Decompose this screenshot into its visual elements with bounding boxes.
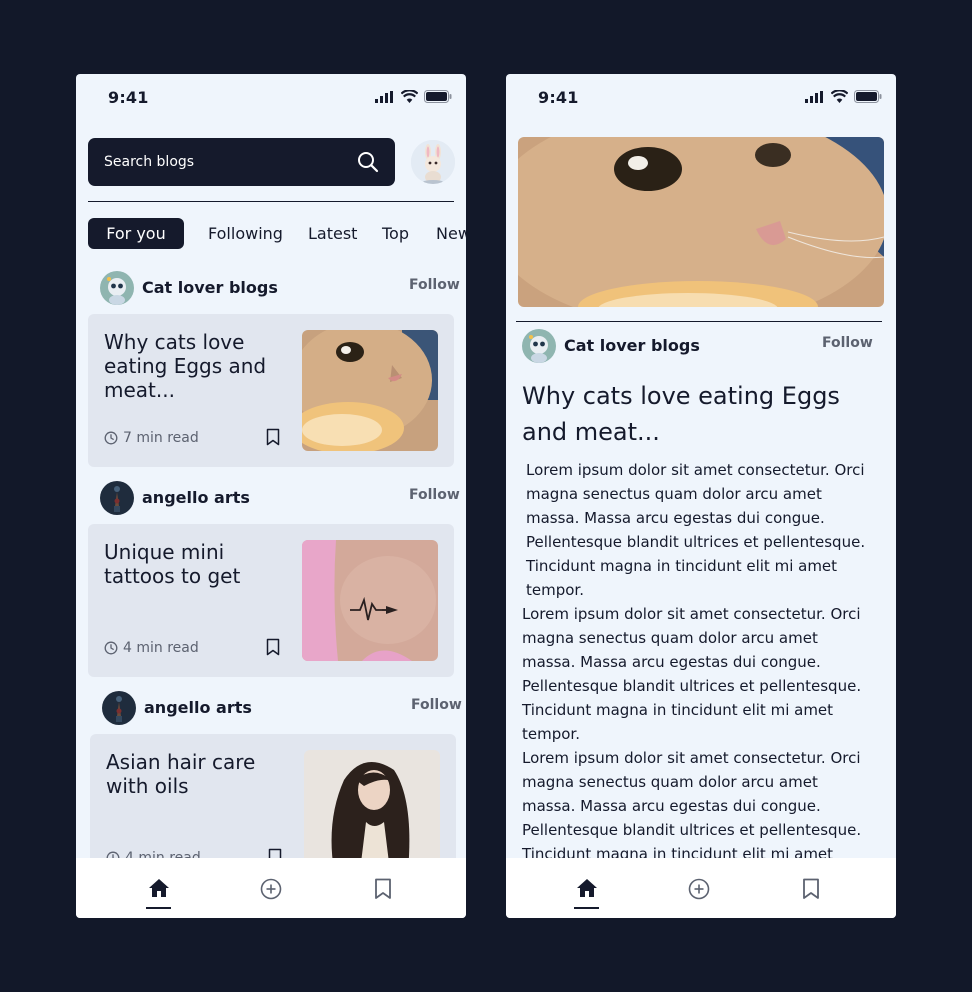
status-bar: 9:41 bbox=[76, 74, 466, 122]
author-name: Cat lover blogs bbox=[564, 336, 700, 355]
read-time: 4 min read bbox=[123, 640, 199, 656]
author-name: Cat lover blogs bbox=[142, 278, 278, 297]
article-paragraph: Lorem ipsum dolor sit amet consectetur. … bbox=[526, 461, 866, 599]
profile-avatar[interactable] bbox=[411, 140, 455, 184]
follow-button[interactable]: Follow bbox=[409, 487, 460, 503]
author-name: angello arts bbox=[142, 488, 250, 507]
tab-top[interactable]: Top bbox=[382, 218, 409, 249]
cat-image-icon bbox=[518, 137, 884, 307]
bunny-avatar-icon bbox=[411, 140, 455, 184]
follow-button[interactable]: Follow bbox=[411, 697, 462, 713]
status-bar: 9:41 bbox=[506, 74, 896, 122]
post-card[interactable]: Why cats love eating Eggs and meat... 7 … bbox=[88, 314, 454, 467]
tab-new[interactable]: New bbox=[436, 218, 466, 249]
alien-avatar-icon bbox=[522, 329, 556, 363]
post-thumbnail bbox=[302, 540, 438, 661]
wifi-icon bbox=[401, 90, 418, 103]
article-hero-image bbox=[518, 137, 884, 307]
search-input[interactable] bbox=[88, 138, 338, 186]
article-title: Why cats love eating Eggs and meat... bbox=[522, 382, 840, 446]
bookmark-icon[interactable] bbox=[802, 878, 820, 900]
battery-icon bbox=[424, 90, 452, 103]
read-time: 7 min read bbox=[123, 430, 199, 446]
bookmark-icon[interactable] bbox=[266, 638, 280, 656]
post-title: Asian hair care with oils bbox=[106, 750, 256, 798]
author-avatar[interactable] bbox=[100, 271, 134, 305]
author-avatar[interactable] bbox=[102, 691, 136, 725]
art-avatar-icon bbox=[100, 481, 134, 515]
post-card[interactable]: Unique mini tattoos to get 4 min read bbox=[88, 524, 454, 677]
clock-icon bbox=[104, 641, 118, 655]
art-avatar-icon bbox=[102, 691, 136, 725]
bookmark-icon[interactable] bbox=[266, 428, 280, 446]
bottom-nav bbox=[76, 858, 466, 918]
search-bar bbox=[88, 138, 395, 186]
post-thumbnail bbox=[304, 750, 440, 871]
post-thumbnail bbox=[302, 330, 438, 451]
add-circle-icon[interactable] bbox=[688, 878, 710, 900]
battery-icon bbox=[854, 90, 882, 103]
alien-avatar-icon bbox=[100, 271, 134, 305]
article-paragraph: Lorem ipsum dolor sit amet consectetur. … bbox=[522, 605, 862, 743]
feed-tabs: For you Following Latest Top New bbox=[88, 218, 466, 250]
tab-following[interactable]: Following bbox=[208, 218, 283, 249]
status-time: 9:41 bbox=[108, 88, 149, 107]
hero-divider bbox=[516, 321, 882, 322]
bottom-nav bbox=[506, 858, 896, 918]
post-title: Why cats love eating Eggs and meat... bbox=[104, 330, 267, 402]
follow-button[interactable]: Follow bbox=[409, 277, 460, 293]
hair-image-icon bbox=[304, 750, 440, 871]
article-body: Lorem ipsum dolor sit amet consectetur. … bbox=[522, 458, 872, 890]
tattoo-image-icon bbox=[302, 540, 438, 661]
author-avatar[interactable] bbox=[522, 329, 556, 363]
author-avatar[interactable] bbox=[100, 481, 134, 515]
home-icon[interactable] bbox=[148, 878, 170, 898]
wifi-icon bbox=[831, 90, 848, 103]
search-icon[interactable] bbox=[357, 151, 379, 173]
home-icon[interactable] bbox=[576, 878, 598, 898]
post-author-row: angello arts Follow bbox=[100, 481, 460, 517]
post-author-row: Cat lover blogs Follow bbox=[100, 271, 460, 307]
tab-latest[interactable]: Latest bbox=[308, 218, 357, 249]
cat-image-icon bbox=[302, 330, 438, 451]
post-title: Unique mini tattoos to get bbox=[104, 540, 241, 588]
article-author-row: Cat lover blogs Follow bbox=[522, 329, 873, 365]
post-author-row: angello arts Follow bbox=[102, 691, 462, 727]
signal-icon bbox=[375, 90, 393, 103]
clock-icon bbox=[104, 431, 118, 445]
tab-for-you[interactable]: For you bbox=[88, 218, 184, 249]
feed-screen: 9:41 For you Following Latest Top New bbox=[76, 74, 466, 918]
signal-icon bbox=[805, 90, 823, 103]
author-name: angello arts bbox=[144, 698, 252, 717]
status-time: 9:41 bbox=[538, 88, 579, 107]
active-nav-indicator bbox=[574, 907, 599, 909]
bookmark-icon[interactable] bbox=[374, 878, 392, 900]
active-nav-indicator bbox=[146, 907, 171, 909]
search-divider bbox=[88, 201, 454, 202]
follow-button[interactable]: Follow bbox=[822, 335, 873, 351]
add-circle-icon[interactable] bbox=[260, 878, 282, 900]
article-screen: 9:41 Cat lover blogs Follow Why cats lov… bbox=[506, 74, 896, 918]
